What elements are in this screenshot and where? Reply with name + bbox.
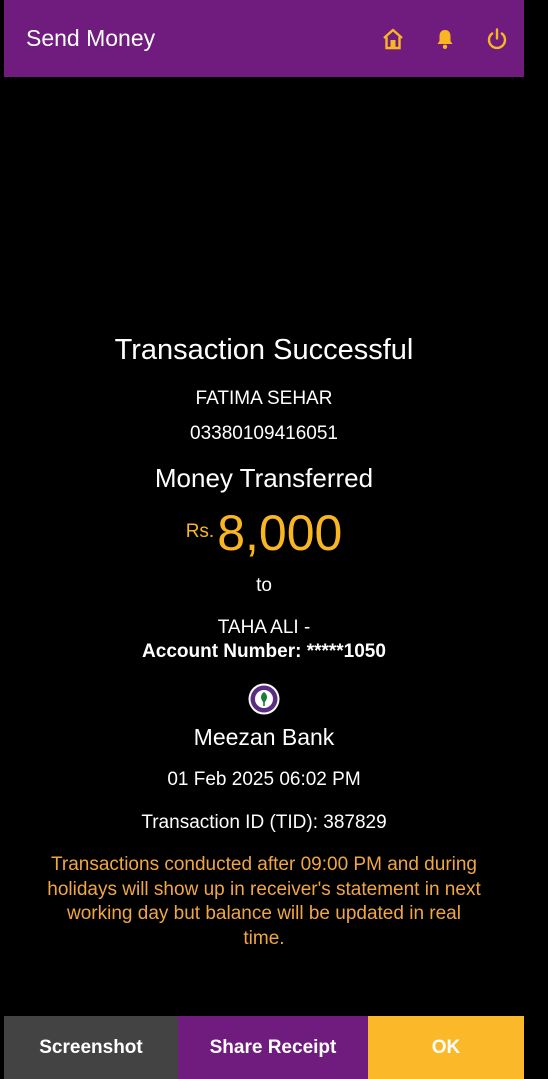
- currency-label: Rs.: [185, 521, 215, 542]
- bank-logo-icon: [248, 683, 280, 715]
- transaction-id: Transaction ID (TID): 387829: [141, 812, 387, 833]
- processing-notice: Transactions conducted after 09:00 PM an…: [47, 854, 481, 949]
- app-bar-actions: [354, 26, 510, 52]
- power-icon[interactable]: [484, 26, 510, 52]
- recipient-name: TAHA ALI -: [217, 617, 311, 638]
- sender-name: FATIMA SEHAR: [195, 388, 333, 409]
- amount-row: Rs. 8,000: [0, 505, 528, 561]
- page-title: Send Money: [26, 25, 156, 51]
- ok-button[interactable]: OK: [368, 1016, 524, 1079]
- to-label: to: [256, 575, 272, 596]
- app-bar: Send Money: [4, 0, 524, 77]
- screenshot-button[interactable]: Screenshot: [4, 1016, 178, 1079]
- account-number: Account Number: *****1050: [142, 641, 386, 662]
- share-receipt-button[interactable]: Share Receipt: [178, 1016, 368, 1079]
- status-title: Transaction Successful: [114, 334, 414, 366]
- action-bar: Screenshot Share Receipt OK: [4, 1016, 524, 1079]
- bank-name: Meezan Bank: [193, 724, 335, 750]
- bell-icon[interactable]: [432, 26, 458, 52]
- transfer-label: Money Transferred: [154, 463, 374, 493]
- home-icon[interactable]: [380, 26, 406, 52]
- sender-number: 03380109416051: [190, 423, 338, 444]
- transaction-datetime: 01 Feb 2025 06:02 PM: [167, 769, 361, 790]
- amount-value: 8,000: [217, 505, 343, 561]
